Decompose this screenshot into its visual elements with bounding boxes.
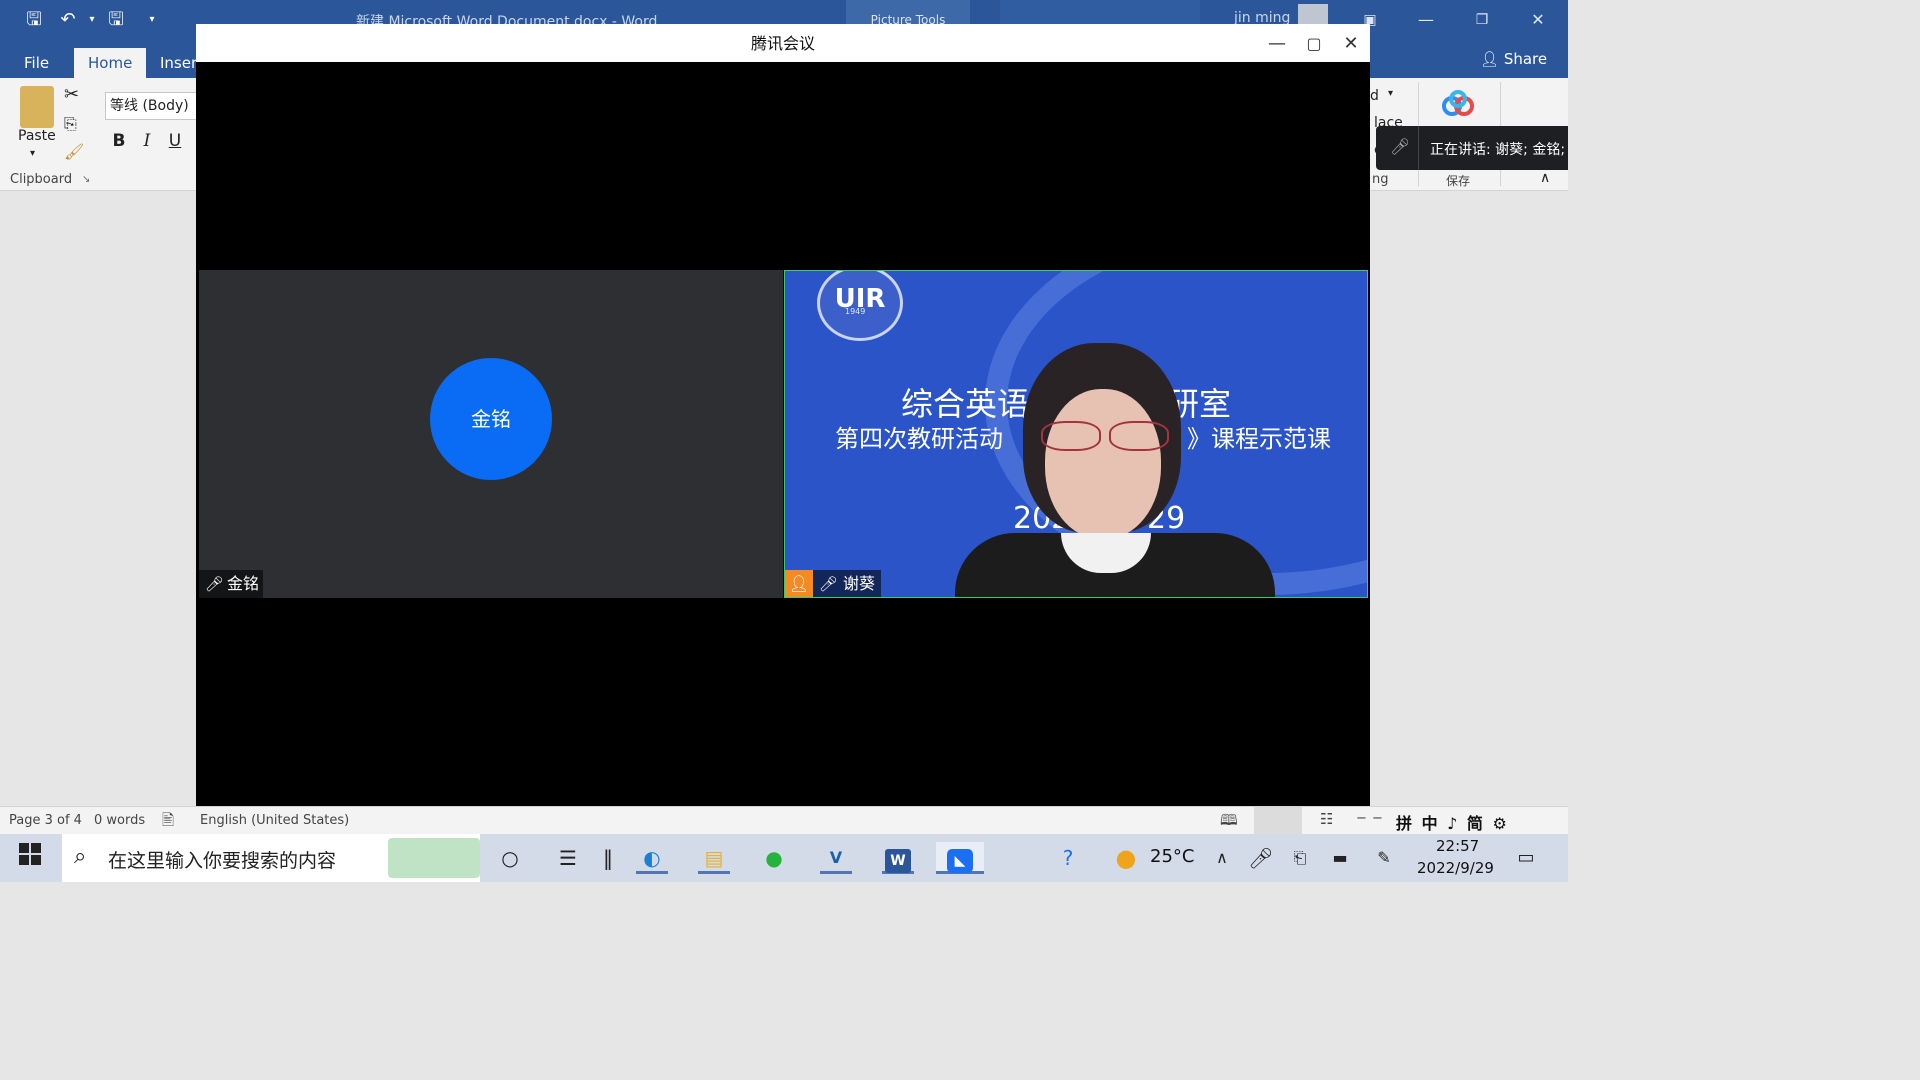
participant-name-tag: 🎤︎ 金铭 xyxy=(199,570,263,598)
clock-date[interactable]: 2022/9/29 xyxy=(1417,859,1494,877)
file-explorer-icon[interactable]: ▤ xyxy=(698,842,730,874)
paste-dropdown-icon[interactable]: ▾ xyxy=(30,148,35,159)
page-count[interactable]: Page 3 of 4 xyxy=(9,813,82,828)
logo-year: 1949 xyxy=(845,307,866,316)
taskbar-search-box[interactable]: ⌕ 在这里输入你要搜索的内容 xyxy=(62,834,480,882)
mic-icon: 🎤︎ xyxy=(205,575,225,593)
search-placeholder: 在这里输入你要搜索的内容 xyxy=(108,850,337,872)
video-tile-jinming[interactable]: 金铭 🎤︎ 金铭 xyxy=(199,270,783,598)
word-status-bar: Page 3 of 4 0 words 🖹︎ English (United S… xyxy=(0,806,1568,835)
speaking-indicator: 🎤︎ 正在讲话: 谢葵; 金铭; xyxy=(1376,126,1568,170)
vscode-icon[interactable]: V xyxy=(820,842,852,874)
word-count[interactable]: 0 words xyxy=(94,813,145,828)
weather-temp[interactable]: 25°C xyxy=(1150,846,1194,867)
host-icon: 👤︎ xyxy=(785,570,813,597)
glasses-right xyxy=(1109,421,1169,451)
display-icon[interactable]: ⎗ xyxy=(1284,842,1316,874)
format-painter-icon[interactable]: 🖌︎ xyxy=(64,142,84,161)
task-view-icon[interactable]: ☰ xyxy=(552,842,584,874)
wechat-icon[interactable]: ● xyxy=(758,842,790,874)
windows-icon[interactable] xyxy=(14,842,46,874)
bold-button[interactable]: B xyxy=(108,130,130,152)
proofing-icon[interactable]: 🖹︎ xyxy=(162,810,174,835)
share-label: Share xyxy=(1503,50,1548,68)
ribbon-dropdown-icon[interactable]: ▾ xyxy=(1388,88,1393,99)
collapse-ribbon-icon[interactable]: ∧ xyxy=(1540,170,1550,186)
word-restore-icon[interactable]: ❐ xyxy=(1462,6,1502,34)
slide-subtitle-left: 第四次教研活动 xyxy=(835,425,1003,453)
search-icon: ⌕ xyxy=(74,844,87,869)
zoom-slider[interactable]: − xyxy=(1372,811,1383,826)
autosave-icon[interactable]: 🖫 xyxy=(22,8,46,32)
battery-icon[interactable]: ▬ xyxy=(1324,842,1356,874)
taskbar-divider-icon: ‖ xyxy=(603,846,613,870)
meeting-close-icon[interactable]: ✕ xyxy=(1336,29,1366,59)
save-to-cloud-label: 保存 xyxy=(1446,174,1471,188)
meeting-maximize-icon[interactable]: ▢ xyxy=(1299,29,1329,59)
save-icon[interactable]: 🖫 xyxy=(104,8,128,32)
language-indicator[interactable]: English (United States) xyxy=(200,813,349,828)
mic-icon: 🎤︎ xyxy=(819,575,839,593)
paste-icon[interactable] xyxy=(20,86,54,128)
participant-name-tag: 👤︎ 🎤︎ 谢葵 xyxy=(785,570,881,597)
baidu-cloud-icon[interactable] xyxy=(1440,90,1476,118)
participant-name: 谢葵 xyxy=(843,574,876,593)
read-mode-icon[interactable]: 🕮︎ xyxy=(1220,810,1238,835)
participant-video-face xyxy=(1045,389,1161,539)
print-layout-icon[interactable] xyxy=(1254,807,1302,835)
ribbon-fragment-4: ng xyxy=(1372,172,1389,187)
tab-file[interactable]: File xyxy=(10,48,63,78)
university-logo: UIR xyxy=(817,271,903,341)
glasses-left xyxy=(1041,421,1101,451)
speaking-divider xyxy=(1418,126,1419,170)
help-icon[interactable]: ? xyxy=(1052,842,1084,874)
word-minimize-icon[interactable]: — xyxy=(1406,6,1446,34)
clipboard-group-label: Clipboard xyxy=(10,172,73,187)
tencent-meeting-icon[interactable]: ◣ xyxy=(936,842,984,874)
word-icon[interactable]: W xyxy=(882,842,914,874)
zoom-out-icon[interactable]: − xyxy=(1356,811,1367,826)
customize-quick-access-icon[interactable]: ▾ xyxy=(140,8,164,32)
copy-icon[interactable]: ⎘ xyxy=(64,114,77,134)
ime-toolbar[interactable]: 拼 中 ♪ 简 ⚙ xyxy=(1396,810,1509,834)
meeting-minimize-icon[interactable]: — xyxy=(1262,29,1292,59)
meeting-title-bar: 腾讯会议 — ▢ ✕ xyxy=(196,24,1370,62)
tencent-meeting-window: 腾讯会议 — ▢ ✕ 金铭 🎤︎ 金铭 UIR 1949 综合英语 研室 第四次… xyxy=(196,24,1370,806)
participant-avatar: 金铭 xyxy=(430,358,552,480)
speaking-text: 正在讲话: 谢葵; 金铭; xyxy=(1430,142,1566,158)
word-close-icon[interactable]: ✕ xyxy=(1518,6,1558,34)
speaking-mic-icon: 🎤︎ xyxy=(1390,137,1411,156)
video-tile-xiekui[interactable]: UIR 1949 综合英语 研室 第四次教研活动 》课程示范课 202 29 👤… xyxy=(784,270,1368,598)
slide-subtitle-right: 》课程示范课 xyxy=(1187,425,1331,453)
meeting-title: 腾讯会议 xyxy=(750,34,815,53)
tab-home[interactable]: Home xyxy=(74,48,147,78)
undo-dropdown-icon[interactable]: ▾ xyxy=(80,8,104,32)
show-hidden-icons[interactable]: ∧ xyxy=(1206,842,1238,874)
mic-icon[interactable]: 🎤︎ xyxy=(1245,842,1277,874)
paste-button-label[interactable]: Paste xyxy=(18,128,56,144)
cut-icon[interactable]: ✂ xyxy=(64,84,79,105)
underline-button[interactable]: U xyxy=(164,130,186,152)
pen-icon[interactable]: ✎ xyxy=(1368,842,1400,874)
web-layout-icon[interactable]: ☷ xyxy=(1320,810,1333,828)
italic-button[interactable]: I xyxy=(136,130,158,152)
weather-icon[interactable]: ● xyxy=(1110,842,1142,874)
share-button[interactable]: 👤︎ Share xyxy=(1480,50,1547,68)
ribbon-fragment-1: d xyxy=(1370,88,1379,104)
edge-icon[interactable]: ◐ xyxy=(636,842,668,874)
cortana-icon[interactable]: ○ xyxy=(494,842,526,874)
windows-taskbar: ⌕ 在这里输入你要搜索的内容 ○ ☰ ‖ ◐ ▤ ● V W ◣ ? ● 25°… xyxy=(0,834,1568,882)
participant-name: 金铭 xyxy=(227,574,260,593)
undo-icon[interactable]: ↶ xyxy=(56,8,80,32)
share-person-icon: 👤︎ xyxy=(1480,50,1504,68)
notification-icon[interactable]: ▭ xyxy=(1510,842,1542,874)
search-highlight-image xyxy=(388,838,480,878)
clipboard-launcher-icon[interactable]: ↘ xyxy=(82,174,90,185)
clock-time[interactable]: 22:57 xyxy=(1436,837,1479,855)
